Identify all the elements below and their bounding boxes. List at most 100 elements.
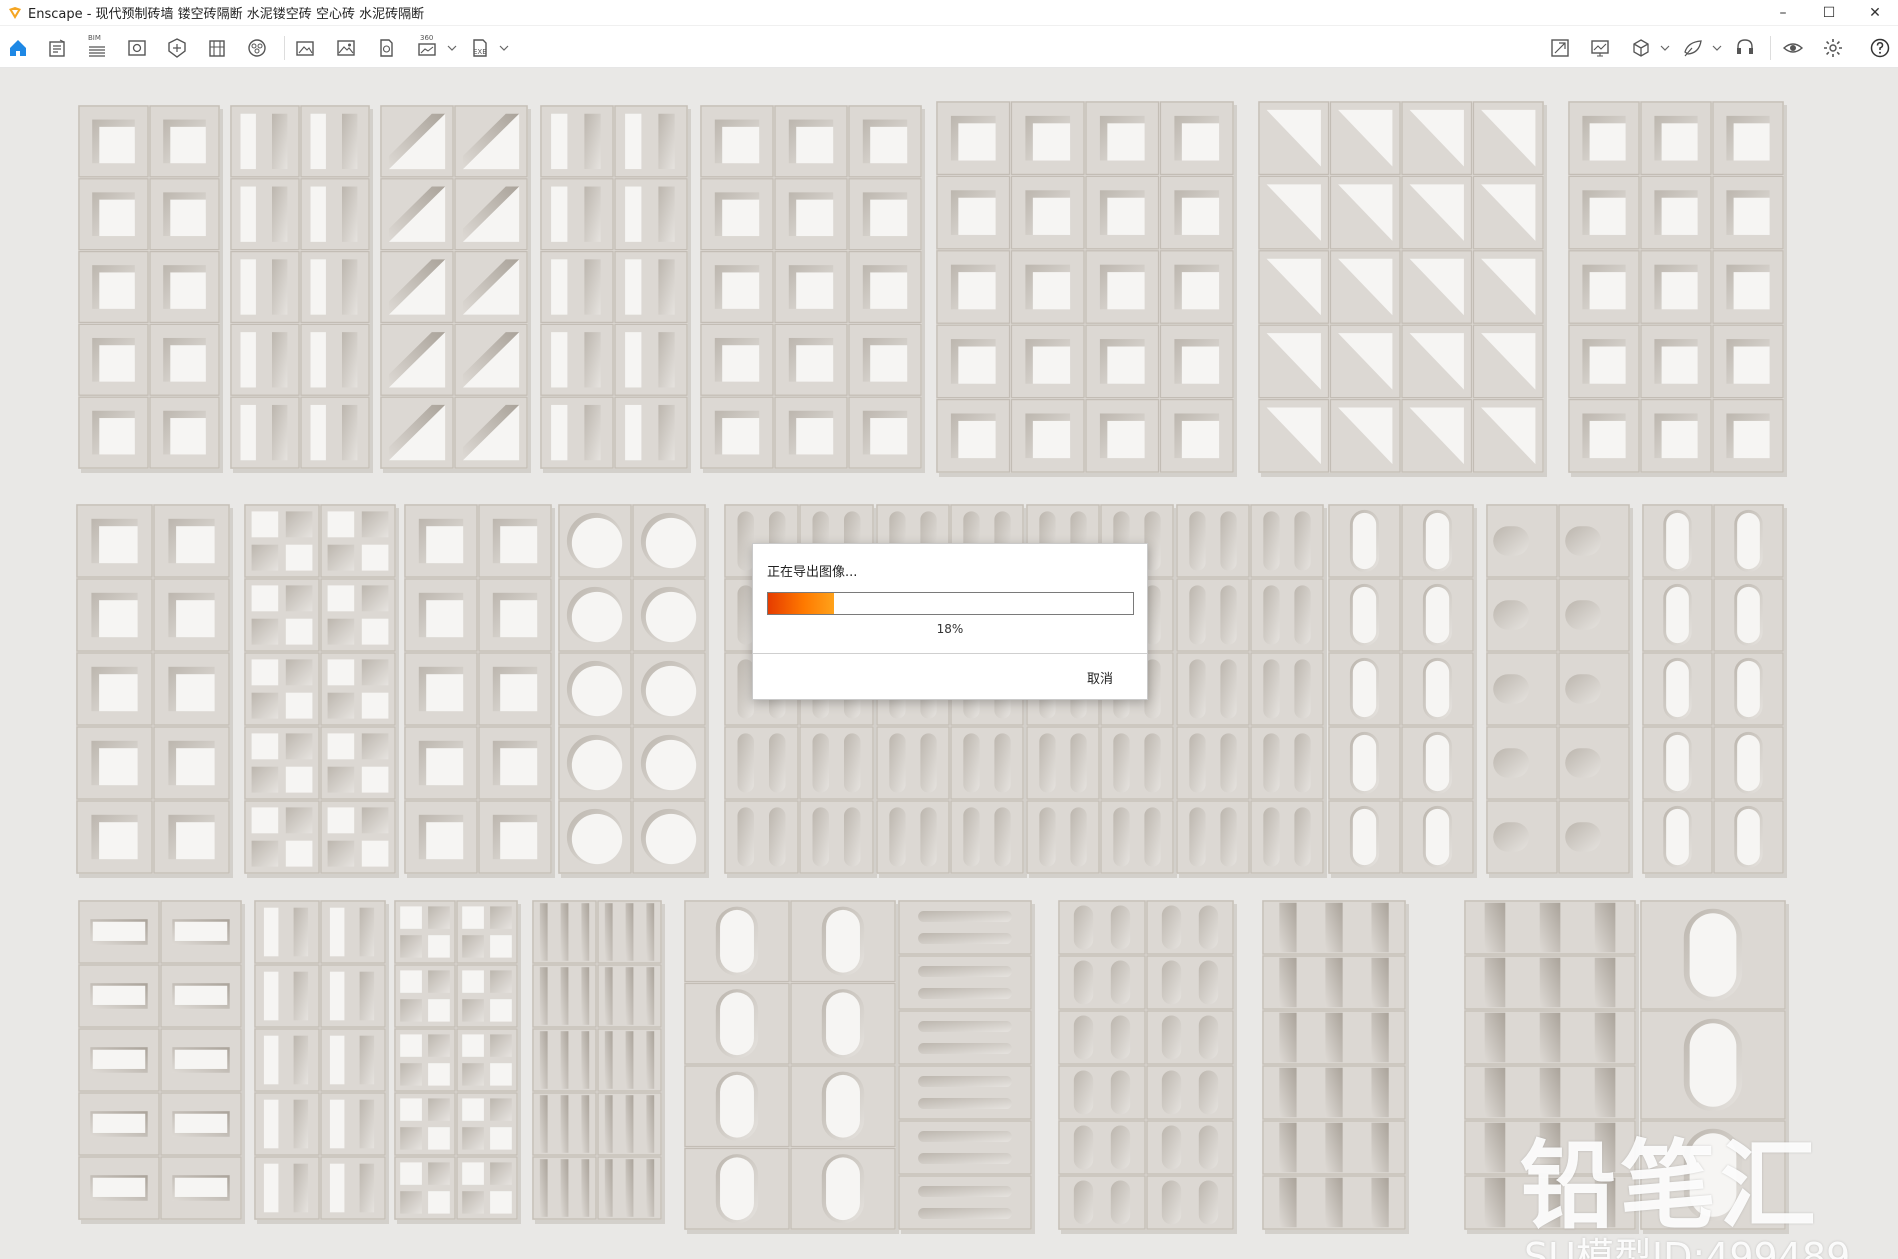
chevron-down-icon[interactable] <box>1712 44 1722 52</box>
block-hole <box>645 665 697 717</box>
block-hole <box>1733 197 1770 235</box>
minimize-button[interactable]: – <box>1760 0 1806 26</box>
block-hole <box>1189 585 1206 645</box>
block-hole <box>361 733 389 760</box>
feedback-button[interactable] <box>1680 35 1706 61</box>
block-hole <box>1107 123 1145 161</box>
block-hole <box>1070 807 1087 867</box>
block-hole <box>1425 734 1450 792</box>
chevron-down-icon[interactable] <box>499 44 509 52</box>
asset-library-button[interactable] <box>44 35 70 61</box>
block-hole <box>251 585 279 612</box>
chevron-down-icon[interactable] <box>447 44 457 52</box>
block-hole <box>263 1163 279 1213</box>
block-hole <box>581 967 590 1025</box>
image-export-button[interactable] <box>333 35 359 61</box>
block-hole <box>1352 586 1377 644</box>
visual-settings-button[interactable] <box>164 35 190 61</box>
block-hole <box>1661 420 1698 459</box>
close-button[interactable]: ✕ <box>1852 0 1898 26</box>
block-hole <box>1493 526 1530 556</box>
block-hole <box>1565 674 1602 704</box>
block-hole <box>1073 1015 1094 1060</box>
block-hole <box>571 665 623 717</box>
block-hole <box>174 1049 228 1069</box>
block-hole <box>490 1063 512 1086</box>
block-hole <box>1161 1180 1182 1225</box>
block-hole <box>539 1031 548 1089</box>
block-hole <box>293 1035 309 1085</box>
block-hole <box>571 517 623 569</box>
building-button[interactable] <box>204 35 230 61</box>
block-hole <box>251 807 279 834</box>
block-hole <box>1371 1067 1389 1118</box>
block-hole <box>625 113 642 170</box>
block-hole <box>1279 1177 1297 1228</box>
block-hole <box>263 1099 279 1149</box>
block-hole <box>462 1191 484 1214</box>
block-hole <box>539 903 548 961</box>
block-hole <box>560 903 569 961</box>
material-icon <box>248 39 266 57</box>
cube-button[interactable] <box>1628 35 1654 61</box>
block-hole <box>812 807 829 867</box>
block-hole <box>1565 748 1602 778</box>
block-hole <box>1325 1067 1343 1118</box>
material-button[interactable] <box>244 35 270 61</box>
block-hole <box>251 840 279 867</box>
block-hole <box>1073 1070 1094 1115</box>
block-hole <box>1161 1125 1182 1170</box>
eye-button[interactable] <box>1780 35 1806 61</box>
cancel-button[interactable]: 取消 <box>1087 668 1113 687</box>
block-hole <box>625 1031 634 1089</box>
block-hole <box>462 1034 484 1057</box>
block-hole <box>625 1095 634 1153</box>
block-hole <box>958 420 996 459</box>
block-hole <box>1589 123 1626 161</box>
chevron-down-icon[interactable] <box>1660 44 1670 52</box>
maximize-button[interactable]: ☐ <box>1806 0 1852 26</box>
sync-button[interactable] <box>1547 35 1573 61</box>
block-hole <box>1689 1023 1737 1107</box>
block-hole <box>490 1162 512 1185</box>
settings-button[interactable] <box>1820 35 1846 61</box>
block-hole <box>92 921 146 941</box>
block-hole <box>99 345 135 382</box>
block-hole <box>251 659 279 686</box>
exe-label: EXE <box>473 48 487 56</box>
block-hole <box>426 748 464 786</box>
block-hole <box>426 600 464 638</box>
block-hole <box>174 921 228 941</box>
help-button[interactable] <box>1867 35 1893 61</box>
block-hole <box>1484 1177 1506 1228</box>
block-hole <box>285 733 313 760</box>
block-hole <box>826 1074 860 1138</box>
block-hole <box>176 600 215 638</box>
block-hole <box>327 807 355 834</box>
views-button[interactable] <box>124 35 150 61</box>
headset-button[interactable] <box>1732 35 1758 61</box>
block-hole <box>361 511 389 538</box>
panorama-button[interactable] <box>373 35 399 61</box>
block-hole <box>400 999 422 1022</box>
block-hole <box>645 813 697 865</box>
building-icon <box>209 40 225 57</box>
screenshot-button[interactable] <box>292 35 318 61</box>
block-hole <box>1161 1015 1182 1060</box>
block-hole <box>1493 822 1530 852</box>
monitor-button[interactable] <box>1587 35 1613 61</box>
block-hole <box>1181 420 1220 459</box>
block-hole <box>329 971 345 1021</box>
enscape-logo-icon <box>9 6 21 19</box>
block-hole <box>1189 511 1206 571</box>
block-hole <box>1032 123 1071 161</box>
block-hole <box>490 1191 512 1214</box>
block-hole <box>1325 1012 1343 1063</box>
block-hole <box>174 1177 228 1197</box>
block-hole <box>722 345 760 382</box>
home-button[interactable] <box>5 35 31 61</box>
block-hole <box>1161 905 1182 950</box>
block-hole <box>1484 902 1506 953</box>
block-hole <box>1666 734 1689 792</box>
block-hole <box>826 992 860 1056</box>
